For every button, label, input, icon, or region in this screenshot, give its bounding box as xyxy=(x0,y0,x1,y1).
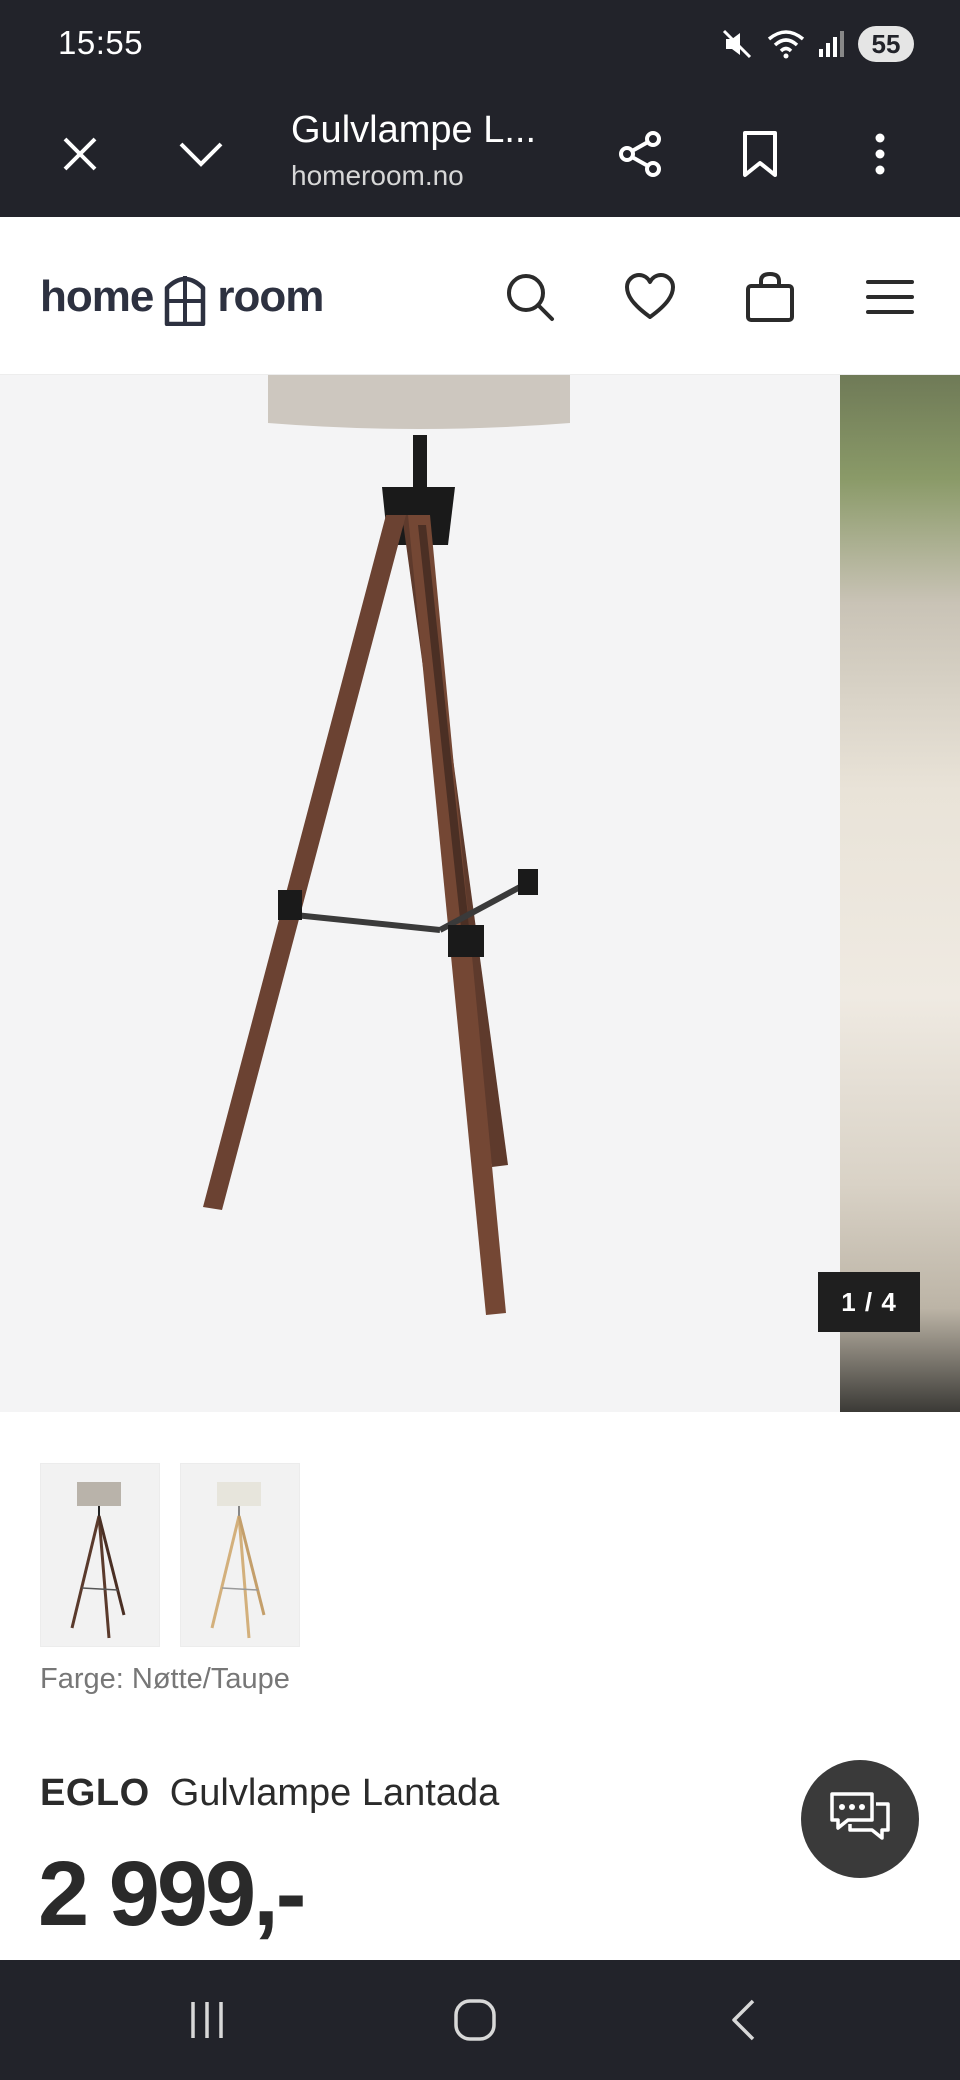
search-icon xyxy=(507,274,554,321)
more-icon xyxy=(875,133,885,175)
share-icon xyxy=(619,131,661,177)
site-header: home room xyxy=(0,217,960,375)
tab-title: Gulvlampe L... xyxy=(291,109,536,151)
tab-url: homeroom.no xyxy=(291,160,464,191)
back-button[interactable] xyxy=(694,1980,794,2060)
recent-apps-icon xyxy=(191,2002,223,2038)
close-tab-button[interactable] xyxy=(40,114,120,194)
gallery-slide-1[interactable] xyxy=(0,375,840,1412)
product-price: 2 999,- xyxy=(38,1843,306,1945)
homeroom-logo[interactable]: home room xyxy=(40,265,324,329)
mute-icon xyxy=(722,29,752,59)
product-name: Gulvlampe Lantada xyxy=(169,1772,500,1814)
more-options-button[interactable] xyxy=(840,114,920,194)
search-button[interactable] xyxy=(490,257,570,337)
bookmark-button[interactable] xyxy=(720,114,800,194)
menu-icon xyxy=(866,280,914,314)
menu-button[interactable] xyxy=(850,257,930,337)
variant-thumbnails xyxy=(40,1463,300,1647)
house-logo-icon xyxy=(165,276,206,326)
status-bar: 15:55 55 xyxy=(0,0,960,90)
signal-icon xyxy=(819,31,844,57)
lamp-thumbnail-image xyxy=(70,1482,126,1639)
gallery-counter: 1 / 4 xyxy=(818,1272,920,1332)
chat-icon xyxy=(830,1792,890,1840)
chat-button[interactable] xyxy=(801,1760,919,1878)
bookmark-icon xyxy=(743,131,777,177)
home-button[interactable] xyxy=(425,1980,525,2060)
chevron-down-icon xyxy=(179,142,223,167)
home-icon xyxy=(454,1999,496,2041)
variant-thumb-nutte-taupe[interactable] xyxy=(40,1463,160,1647)
product-title: EGLO Gulvlampe Lantada xyxy=(40,1772,499,1815)
gallery-slide-2-preview[interactable] xyxy=(840,375,960,1412)
wishlist-button[interactable] xyxy=(610,257,690,337)
lamp-thumbnail-image-natural xyxy=(210,1482,266,1639)
bag-icon xyxy=(746,271,794,322)
close-icon xyxy=(63,137,97,171)
share-button[interactable] xyxy=(600,114,680,194)
product-gallery[interactable]: 1 / 4 xyxy=(0,375,960,1412)
system-nav-bar xyxy=(0,1960,960,2080)
variant-thumb-natur-hvit[interactable] xyxy=(180,1463,300,1647)
battery-indicator: 55 xyxy=(858,26,914,62)
tripod-floor-lamp-image xyxy=(203,375,570,1315)
product-brand[interactable]: EGLO xyxy=(40,1772,150,1814)
tab-title-area[interactable]: Gulvlampe L... homeroom.no xyxy=(291,104,591,196)
browser-toolbar: Gulvlampe L... homeroom.no xyxy=(0,90,960,217)
cart-button[interactable] xyxy=(730,257,810,337)
minimize-tab-button[interactable] xyxy=(161,114,241,194)
status-icons: 55 xyxy=(720,22,914,66)
status-time: 15:55 xyxy=(58,24,144,61)
heart-icon xyxy=(625,273,675,319)
back-icon xyxy=(732,1999,755,2041)
logo-text-left: home xyxy=(40,272,154,321)
selected-color-label: Farge: Nøtte/Taupe xyxy=(40,1663,290,1695)
wifi-icon xyxy=(767,30,805,59)
recent-apps-button[interactable] xyxy=(157,1980,257,2060)
logo-text-right: room xyxy=(217,272,324,321)
